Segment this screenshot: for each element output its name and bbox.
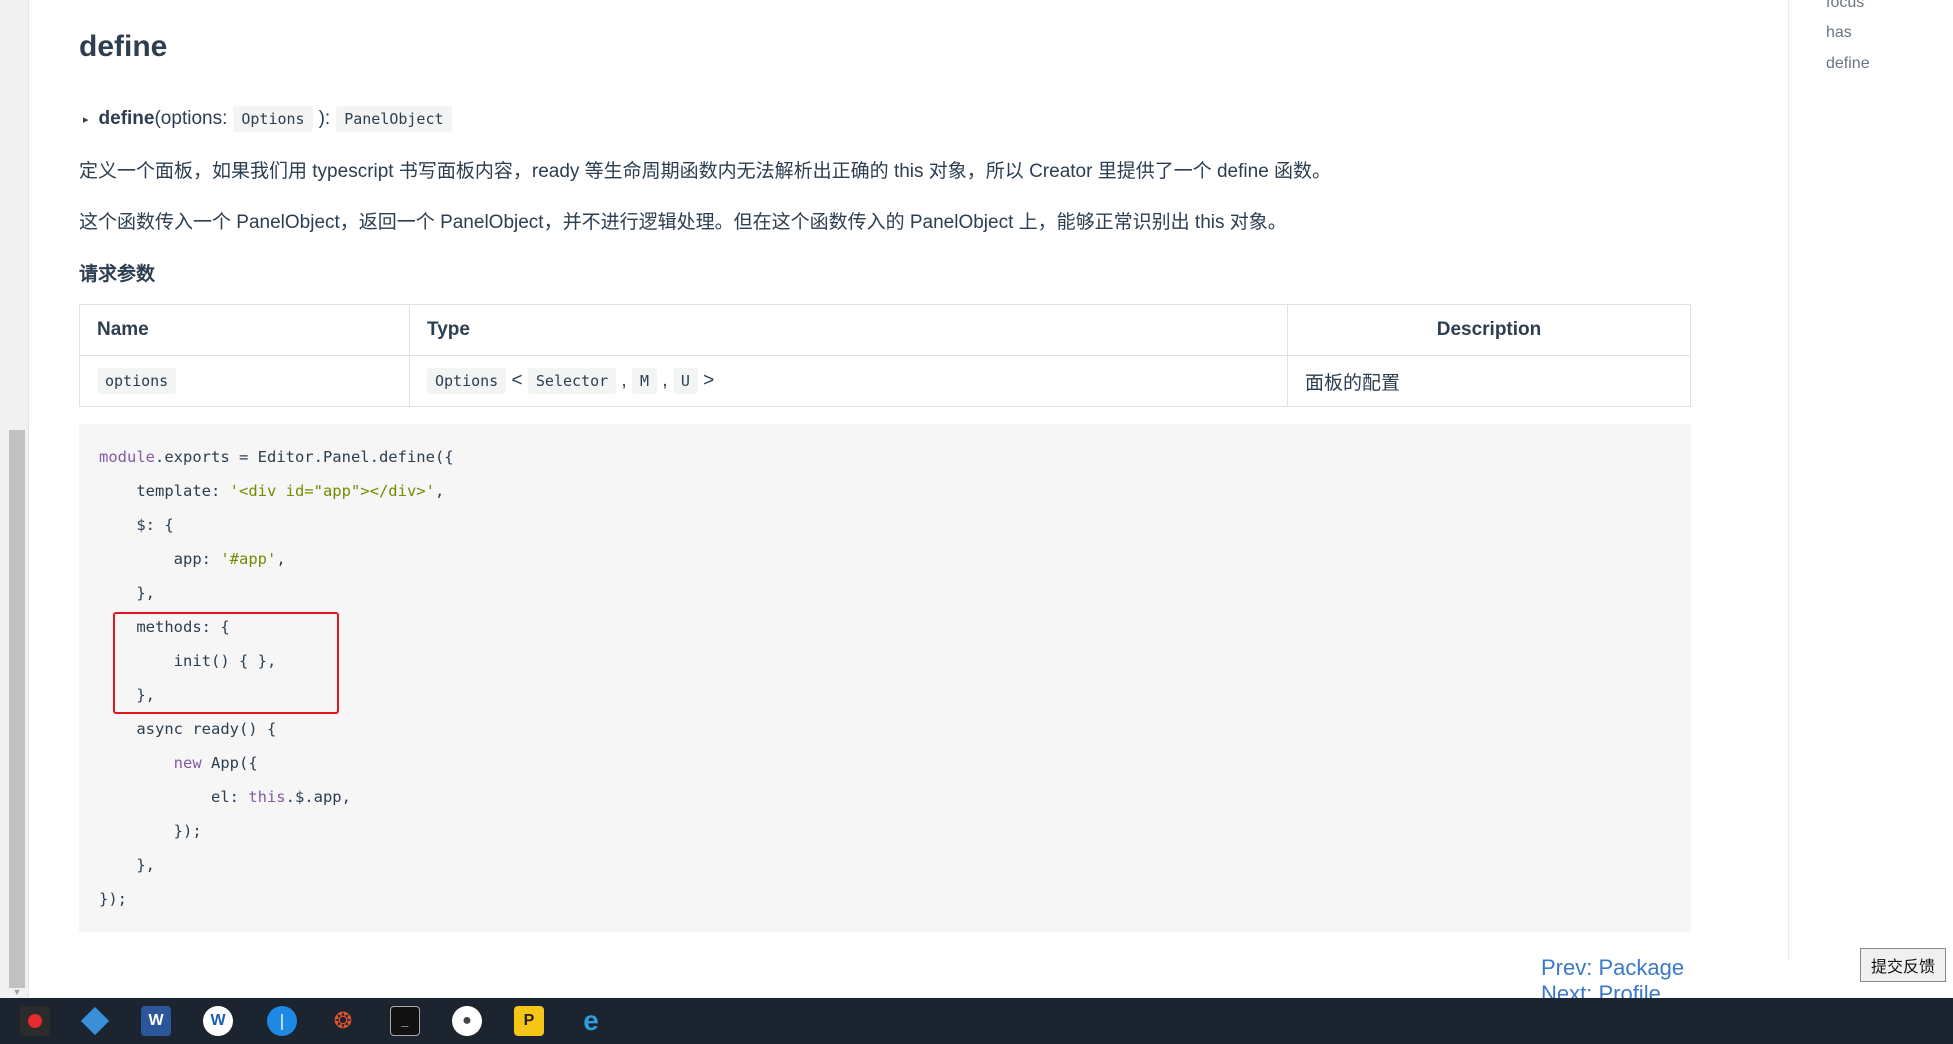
windows-taskbar: W W ❘ ❂ _ ● P e — [0, 998, 1953, 1044]
code-text: el: — [99, 788, 249, 806]
code-keyword: this — [248, 788, 286, 806]
signature-return-type: PanelObject — [336, 106, 452, 132]
code-string: '<div id="app"></div>' — [229, 482, 435, 500]
column-header-name: Name — [79, 304, 410, 356]
code-line: async ready() { — [99, 720, 277, 738]
code-keyword: module — [99, 448, 155, 466]
toc-item-has[interactable]: has — [1826, 24, 1852, 42]
code-string: '#app' — [220, 550, 277, 568]
code-line: }, — [99, 856, 155, 874]
code-block[interactable]: module.exports = Editor.Panel.define({ t… — [79, 424, 1691, 932]
params-table: Name Type Description options Options < … — [79, 304, 1691, 407]
description-paragraph-1: 定义一个面板，如果我们用 typescript 书写面板内容，ready 等生命… — [79, 161, 1332, 182]
droplet-app-icon[interactable]: ● — [452, 1006, 482, 1036]
record-app-icon[interactable] — [20, 1006, 50, 1036]
code-text: .exports = Editor.Panel.define({ — [155, 448, 454, 466]
browser-w-icon[interactable]: W — [203, 1006, 233, 1036]
type-comma-1: , — [621, 370, 627, 391]
param-name-code: options — [97, 368, 177, 394]
type-lt: < — [511, 370, 523, 391]
swirl-app-icon[interactable]: ❂ — [328, 1006, 358, 1036]
code-line: }); — [99, 890, 127, 908]
type-m-code: M — [631, 368, 658, 394]
code-keyword: new — [173, 754, 202, 772]
prev-page-link[interactable]: Prev: Package — [1541, 955, 1684, 981]
code-text: , — [434, 482, 445, 500]
signature-close: ): — [318, 108, 331, 129]
type-selector-code: Selector — [527, 368, 617, 394]
section-heading: define — [79, 30, 168, 63]
code-line: el: this.$.app, — [99, 788, 351, 806]
feedback-button[interactable]: 提交反馈 — [1860, 948, 1946, 982]
code-line: $: { — [99, 516, 174, 534]
code-line: template: '<div id="app"></div>', — [99, 482, 444, 500]
scroll-down-arrow-icon[interactable]: ▼ — [11, 986, 23, 998]
code-line: }); — [99, 822, 202, 840]
cell-name: options — [79, 355, 410, 407]
type-options-code: Options — [427, 368, 507, 394]
toc-item-focus[interactable]: focus — [1826, 0, 1864, 12]
cell-description: 面板的配置 — [1287, 355, 1691, 407]
params-heading: 请求参数 — [79, 264, 156, 285]
signature-open: (options: — [154, 108, 228, 129]
signature-function-name: define — [98, 108, 155, 129]
scrollbar-thumb[interactable] — [9, 430, 25, 988]
column-header-type: Type — [409, 304, 1288, 356]
code-text: App({ — [201, 754, 258, 772]
table-header-row: Name Type Description — [79, 304, 1691, 356]
collapse-triangle-icon[interactable]: ▸ — [83, 113, 89, 126]
type-comma-2: , — [662, 370, 668, 391]
column-header-description: Description — [1287, 304, 1691, 356]
red-highlight-box — [113, 612, 339, 714]
ie-browser-icon[interactable]: e — [576, 1005, 606, 1036]
table-row: options Options < Selector , M , U > 面板的… — [79, 355, 1691, 407]
toc-item-define[interactable]: define — [1826, 55, 1870, 73]
signature-param-type: Options — [233, 106, 313, 132]
git-tool-icon[interactable] — [80, 1006, 110, 1036]
word-icon[interactable]: W — [141, 1006, 171, 1036]
page-scrollbar[interactable]: ▼ — [0, 0, 29, 998]
function-signature[interactable]: ▸ define (options: Options ): PanelObjec… — [79, 106, 458, 132]
chat-app-icon[interactable]: P — [514, 1006, 544, 1036]
right-toc-sidebar: focus has define — [1788, 0, 1953, 960]
description-paragraph-2: 这个函数传入一个 PanelObject，返回一个 PanelObject，并不… — [79, 212, 1287, 233]
code-text: .$.app, — [285, 788, 351, 806]
code-text: template: — [99, 482, 230, 500]
code-line: }, — [99, 584, 155, 602]
code-line: module.exports = Editor.Panel.define({ — [99, 448, 454, 466]
code-text: , — [276, 550, 286, 568]
type-u-code: U — [672, 368, 698, 394]
cell-type: Options < Selector , M , U > — [409, 355, 1288, 407]
terminal-icon[interactable]: _ — [390, 1006, 420, 1036]
feather-app-icon[interactable]: ❘ — [267, 1006, 297, 1036]
code-text: app: — [99, 550, 221, 568]
code-line: new App({ — [99, 754, 258, 772]
code-line: app: '#app', — [99, 550, 286, 568]
type-gt: > — [703, 370, 715, 391]
